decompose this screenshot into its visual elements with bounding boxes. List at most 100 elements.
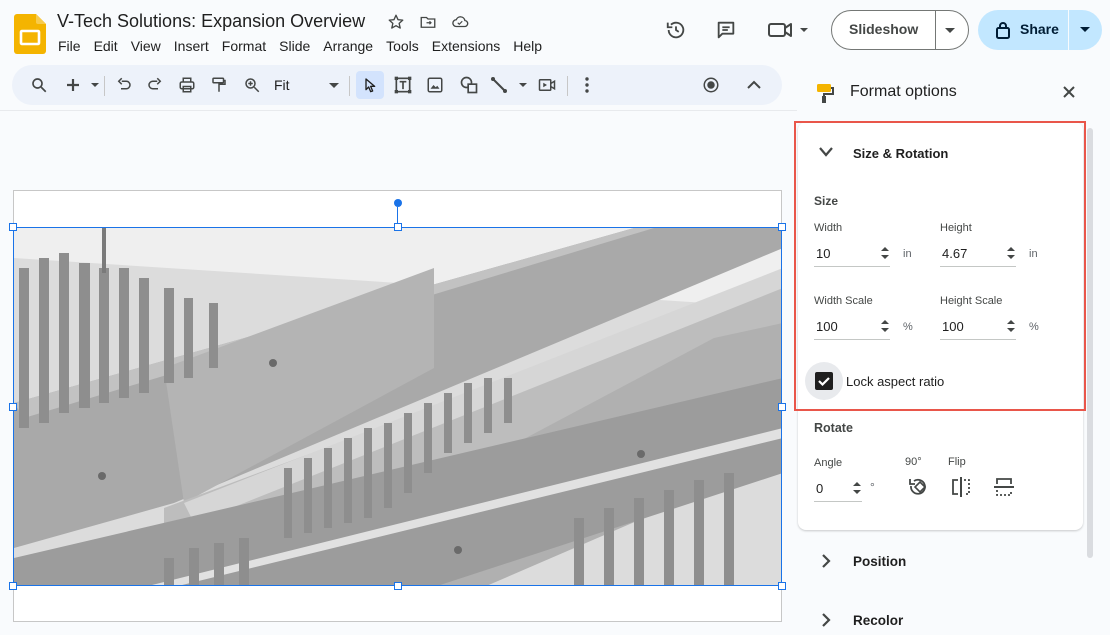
- toolbar-divider: [104, 76, 105, 96]
- menu-insert[interactable]: Insert: [174, 36, 209, 56]
- zoom-icon[interactable]: [238, 71, 266, 99]
- menu-file[interactable]: File: [58, 36, 81, 56]
- menu-format[interactable]: Format: [222, 36, 266, 56]
- text-box-icon[interactable]: [389, 71, 417, 99]
- zoom-value: Fit: [274, 77, 290, 93]
- menu-tools[interactable]: Tools: [386, 36, 419, 56]
- rotate-handle[interactable]: [394, 199, 402, 207]
- width-scale-stepper-icon[interactable]: [881, 319, 889, 333]
- width-value: 10: [816, 246, 831, 261]
- resize-handle-nw[interactable]: [9, 223, 17, 231]
- comments-icon[interactable]: [713, 17, 739, 43]
- version-history-icon[interactable]: [663, 17, 689, 43]
- resize-handle-ne[interactable]: [778, 223, 786, 231]
- height-scale-value: 100: [942, 319, 964, 334]
- width-stepper-icon[interactable]: [881, 246, 889, 260]
- check-icon: [818, 377, 830, 387]
- record-icon[interactable]: [697, 71, 725, 99]
- slides-logo-icon[interactable]: [14, 14, 46, 54]
- panel-scrollbar[interactable]: [1087, 128, 1093, 558]
- redo-icon[interactable]: [141, 71, 169, 99]
- zoom-dropdown-icon: [329, 83, 339, 89]
- height-unit: in: [1029, 248, 1038, 260]
- expand-chevron-icon: [821, 612, 831, 628]
- zoom-select[interactable]: Fit: [266, 76, 346, 96]
- menu-edit[interactable]: Edit: [94, 36, 118, 56]
- menu-help[interactable]: Help: [513, 36, 542, 56]
- size-heading: Size: [814, 194, 839, 208]
- angle-stepper-icon[interactable]: [853, 481, 861, 495]
- flip-label: Flip: [948, 456, 966, 468]
- lock-aspect-label[interactable]: Lock aspect ratio: [846, 374, 944, 389]
- resize-handle-w[interactable]: [9, 403, 17, 411]
- angle-field[interactable]: 0: [814, 476, 862, 502]
- height-label: Height: [940, 222, 972, 234]
- expand-chevron-icon: [821, 553, 831, 569]
- meet-video-icon[interactable]: [766, 17, 814, 43]
- rotate-heading: Rotate: [814, 421, 853, 435]
- print-icon[interactable]: [173, 71, 201, 99]
- width-label: Width: [814, 222, 843, 234]
- recolor-section[interactable]: Recolor: [798, 599, 1083, 635]
- insert-image-icon[interactable]: [421, 71, 449, 99]
- position-title: Position: [853, 554, 907, 569]
- flip-horizontal-icon[interactable]: [950, 475, 972, 499]
- rotate-90-icon[interactable]: [906, 475, 930, 499]
- resize-handle-s[interactable]: [394, 582, 402, 590]
- angle-value: 0: [816, 481, 824, 496]
- resize-handle-e[interactable]: [778, 403, 786, 411]
- menu-view[interactable]: View: [131, 36, 161, 56]
- insert-video-icon[interactable]: [533, 71, 561, 99]
- menu-bar: File Edit View Insert Format Slide Arran…: [58, 36, 555, 56]
- flip-vertical-icon[interactable]: [992, 476, 1016, 498]
- toolbar-divider: [349, 76, 350, 96]
- share-button[interactable]: Share: [978, 10, 1102, 50]
- star-icon[interactable]: [385, 11, 407, 33]
- slideshow-button[interactable]: Slideshow: [831, 10, 969, 50]
- paint-format-icon[interactable]: [205, 71, 233, 99]
- width-scale-field[interactable]: 100: [814, 314, 890, 340]
- resize-handle-se[interactable]: [778, 582, 786, 590]
- search-menus-icon[interactable]: [25, 71, 53, 99]
- new-slide-icon[interactable]: [58, 71, 102, 99]
- undo-icon[interactable]: [110, 71, 138, 99]
- menu-arrange[interactable]: Arrange: [323, 36, 373, 56]
- slideshow-label: Slideshow: [849, 21, 919, 37]
- select-tool-icon[interactable]: [356, 71, 384, 99]
- more-options-icon[interactable]: [573, 71, 601, 99]
- height-scale-stepper-icon[interactable]: [1007, 319, 1015, 333]
- selected-image[interactable]: [13, 227, 782, 586]
- shape-icon[interactable]: [455, 71, 483, 99]
- lock-icon: [995, 21, 1011, 39]
- cloud-saved-icon[interactable]: [449, 11, 471, 33]
- document-title[interactable]: V-Tech Solutions: Expansion Overview: [57, 9, 365, 33]
- collapse-toolbar-icon[interactable]: [740, 71, 768, 99]
- resize-handle-n[interactable]: [394, 223, 402, 231]
- height-scale-label: Height Scale: [940, 295, 1003, 307]
- move-folder-icon[interactable]: [417, 11, 439, 33]
- height-value: 4.67: [942, 246, 968, 261]
- height-field[interactable]: 4.67: [940, 241, 1016, 267]
- width-scale-label: Width Scale: [814, 295, 873, 307]
- menu-extensions[interactable]: Extensions: [432, 36, 500, 56]
- height-stepper-icon[interactable]: [1007, 246, 1015, 260]
- share-divider: [1068, 10, 1069, 50]
- size-rotation-title[interactable]: Size & Rotation: [853, 146, 948, 161]
- slideshow-dropdown-icon[interactable]: [944, 27, 956, 35]
- panel-title: Format options: [850, 83, 957, 100]
- height-scale-field[interactable]: 100: [940, 314, 1016, 340]
- resize-handle-sw[interactable]: [9, 582, 17, 590]
- share-dropdown-icon[interactable]: [1079, 26, 1091, 34]
- slideshow-divider: [935, 11, 936, 49]
- width-scale-unit: %: [903, 321, 913, 333]
- recolor-title: Recolor: [853, 613, 904, 628]
- width-field[interactable]: 10: [814, 241, 890, 267]
- close-panel-icon[interactable]: [1062, 85, 1076, 99]
- line-tool-icon[interactable]: [488, 71, 532, 99]
- lock-aspect-checkbox[interactable]: [815, 372, 833, 390]
- angle-label: Angle: [814, 457, 843, 469]
- width-unit: in: [903, 248, 912, 260]
- position-section[interactable]: Position: [798, 540, 1083, 584]
- menu-slide[interactable]: Slide: [279, 36, 310, 56]
- collapse-chevron-icon[interactable]: [818, 146, 834, 158]
